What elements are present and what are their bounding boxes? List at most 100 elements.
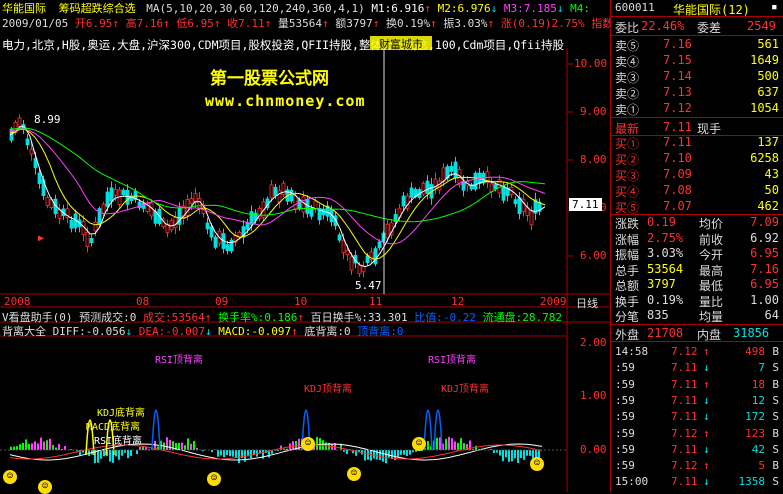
buy-row[interactable]: 买①7.11137 <box>613 135 781 151</box>
rsi-top-label-2: RSI顶背离 <box>428 351 476 366</box>
candle-body <box>442 168 445 182</box>
macd-bar <box>286 449 288 450</box>
buy-row[interactable]: 买③7.0943 <box>613 167 781 183</box>
sell-row[interactable]: 卖⑤7.16561 <box>613 37 781 53</box>
sub2-title[interactable]: 背离大全 <box>2 325 46 338</box>
candle-body <box>178 209 181 225</box>
candle-body <box>418 190 421 198</box>
macd-bar <box>184 445 186 450</box>
rsi-top-label-1: RSI顶背离 <box>155 351 203 366</box>
candle-body <box>378 242 381 248</box>
candle-body <box>78 220 81 227</box>
macd-bar <box>217 450 219 457</box>
candle-body <box>246 223 249 230</box>
macd-bar <box>445 439 447 450</box>
period-selector[interactable]: 日线 <box>576 295 598 311</box>
candle-body <box>262 202 265 217</box>
tick-row: 15:007.11↓1358S <box>613 475 781 492</box>
macd-bar <box>271 450 273 454</box>
candle-body <box>362 266 365 272</box>
sell-row[interactable]: 卖③7.14500 <box>613 69 781 85</box>
macd-bar <box>127 450 129 458</box>
macd-bar <box>232 450 234 457</box>
macd-bar <box>481 449 483 450</box>
candle-body <box>510 187 513 194</box>
concept-list-tail: 100,Cdm项目,Qfii持股 <box>435 38 564 52</box>
macd-bar <box>115 450 117 456</box>
macd-bar <box>100 450 102 459</box>
tick-price: 7.11 <box>671 443 698 456</box>
macd-bar <box>379 450 381 460</box>
candle-body <box>186 200 189 216</box>
macd-bar <box>253 450 255 455</box>
candle-body <box>58 210 61 219</box>
tick-volume: 172 <box>745 410 765 423</box>
macd-bar <box>235 450 237 458</box>
macd-bar <box>355 450 357 456</box>
macd-bar <box>475 446 477 450</box>
macd-bar <box>49 439 51 450</box>
macd-bar <box>106 450 108 456</box>
candle-body <box>338 235 341 240</box>
stock-name[interactable]: 华能国际 <box>2 2 46 15</box>
sub2-top: 顶背离:0 <box>357 325 403 338</box>
moving-average-lines <box>10 127 545 267</box>
candlestick-series <box>10 114 541 277</box>
candle-body <box>478 173 481 184</box>
macd-bar <box>160 441 162 450</box>
tick-flag: S <box>772 361 779 374</box>
sub2-ylabel-2: 2.00 <box>580 336 607 349</box>
bar-date: 2009/01/05 <box>2 17 68 30</box>
down-arrow-icon: ↓ <box>703 443 710 456</box>
weibi-label: 委比 <box>615 19 639 36</box>
candle-body <box>326 206 329 216</box>
chart-area[interactable]: 华能国际 筹码超跌综合选 MA(5,10,20,30,60,120,240,36… <box>0 0 610 492</box>
candle-body <box>274 187 277 195</box>
candle-body <box>514 200 517 204</box>
overlay-box[interactable]: 财富城市 <box>370 36 432 50</box>
buy-label: 买③ <box>615 167 639 184</box>
indicator-title[interactable]: 筹码超跌综合选 <box>59 2 136 15</box>
kdj-top-label-2: KDJ顶背离 <box>441 380 489 395</box>
candle-body <box>250 212 253 225</box>
smiley-icon: ☺ <box>3 470 17 484</box>
macd-bar <box>250 450 252 458</box>
buy-row[interactable]: 买⑤7.07462 <box>613 199 781 215</box>
stat-value: 0.19% <box>647 293 683 307</box>
candle-body <box>218 231 221 243</box>
stat-value: 53564 <box>647 262 683 276</box>
buy-row[interactable]: 买②7.106258 <box>613 151 781 167</box>
macd-bar <box>346 450 348 454</box>
macd-bar <box>442 444 444 450</box>
candle-body <box>154 212 157 224</box>
panel-toggle-icon[interactable]: ▪ <box>771 0 778 13</box>
buy-row[interactable]: 买④7.0850 <box>613 183 781 199</box>
date-label-10: 10 <box>294 295 307 308</box>
sell-row[interactable]: 卖①7.121054 <box>613 101 781 117</box>
macd-bar <box>220 450 222 455</box>
candle-body <box>22 125 25 130</box>
bar-open: 开6.95 <box>75 17 113 30</box>
stat-value: 7.16 <box>750 262 779 276</box>
watermark-url: www.chnmoney.com <box>205 92 366 110</box>
stat-value: 3797 <box>647 277 676 291</box>
macd-bar <box>448 437 450 450</box>
macd-bar <box>280 445 282 450</box>
tick-time: :59 <box>615 410 635 423</box>
candle-body <box>182 206 185 218</box>
weibi-value: 22.46% <box>641 19 684 33</box>
macd-bar <box>172 441 174 450</box>
tick-row: :597.11↓42S <box>613 443 781 460</box>
macd-bar <box>193 441 195 450</box>
ma1-value: M1:6.916 <box>371 2 424 15</box>
sell-row[interactable]: 卖②7.13637 <box>613 85 781 101</box>
candle-body <box>298 200 301 209</box>
moving-average-line <box>10 128 545 222</box>
down-arrow-icon: ↓ <box>703 475 710 488</box>
sell-row[interactable]: 卖④7.151649 <box>613 53 781 69</box>
sell-volume: 1649 <box>750 53 779 67</box>
candle-body <box>138 202 141 208</box>
candle-body <box>158 209 161 224</box>
outer-label: 外盘 <box>615 326 639 343</box>
macd-bar <box>148 449 150 450</box>
